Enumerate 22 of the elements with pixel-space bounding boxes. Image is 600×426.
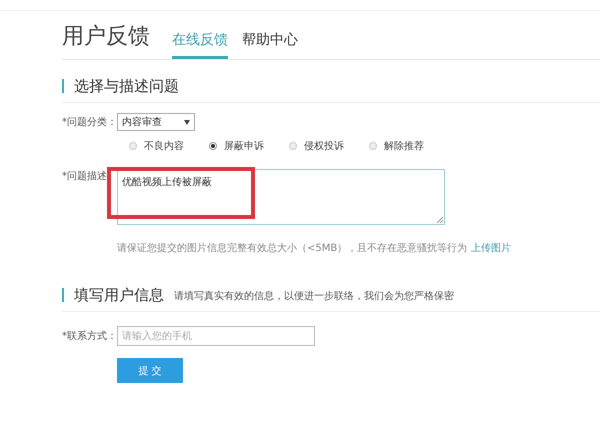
hint-text: 请保证您提交的图片信息完整有效总大小（<5MB），且不存在恶意骚扰等行为 (117, 243, 468, 254)
field-label: *问题分类： (62, 116, 116, 129)
radio-label[interactable]: 解除推荐 (384, 139, 424, 153)
radio-button[interactable] (289, 142, 297, 150)
tab[interactable]: 帮助中心 (242, 31, 298, 59)
section-title: 填写用户信息 (74, 286, 164, 305)
phone-input-field[interactable]: 请输入您的手机 (117, 326, 315, 346)
radio-label[interactable]: 屏蔽申诉 (224, 139, 264, 153)
section-note: 请填写真实有效的信息，以便进一步联络，我们会为您严格保密 (174, 290, 454, 303)
radio-button[interactable] (369, 142, 377, 150)
page-title: 用户反馈 (62, 23, 150, 51)
radio-label[interactable]: 侵权投诉 (304, 139, 344, 153)
section-title: 选择与描述问题 (74, 77, 179, 96)
radio-button[interactable] (129, 142, 137, 150)
radio-button[interactable] (209, 142, 217, 150)
description-field[interactable]: 优酷视频上传被屏蔽 (117, 169, 445, 225)
category-select[interactable]: 内容审查 (117, 113, 195, 131)
field-label: *联系方式： (62, 330, 116, 343)
radio-label[interactable]: 不良内容 (144, 139, 184, 153)
field-label: *问题描述 (62, 170, 108, 183)
caret-icon (184, 120, 190, 124)
resize-grip-icon[interactable] (437, 217, 443, 223)
